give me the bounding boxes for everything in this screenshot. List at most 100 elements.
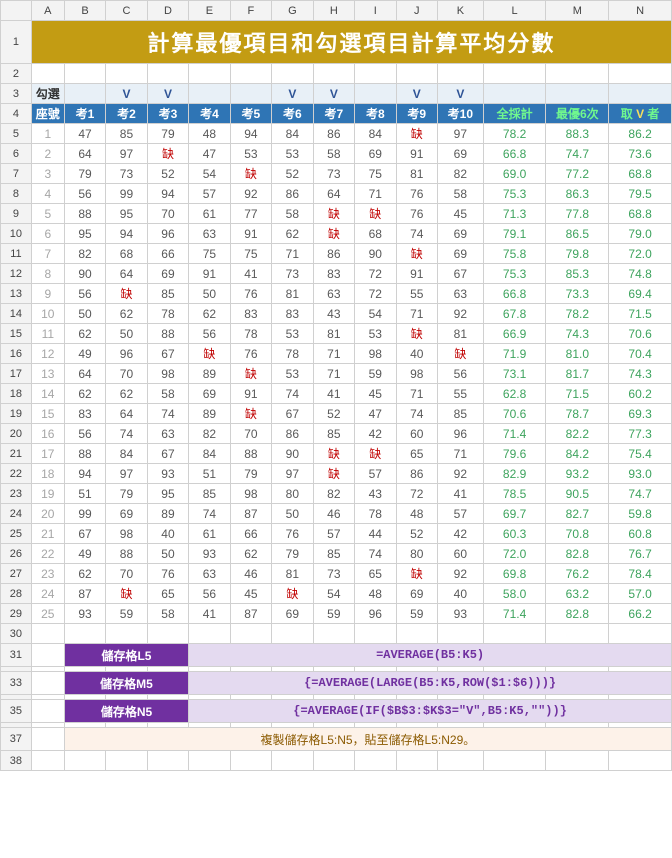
score-cell[interactable]: 52 [396, 524, 437, 544]
calc-best[interactable]: 82.8 [546, 544, 609, 564]
score-cell[interactable]: 76 [272, 524, 313, 544]
score-cell[interactable]: 82 [313, 484, 354, 504]
calc-all[interactable]: 73.1 [483, 364, 546, 384]
check-mark[interactable] [230, 84, 271, 104]
score-cell[interactable]: 88 [64, 444, 105, 464]
score-cell[interactable]: 51 [64, 484, 105, 504]
score-cell[interactable]: 48 [189, 124, 230, 144]
seat-cell[interactable]: 10 [31, 304, 64, 324]
score-cell[interactable]: 缺 [396, 244, 437, 264]
empty-cell[interactable] [396, 64, 437, 84]
empty-cell[interactable] [609, 64, 672, 84]
score-cell[interactable]: 44 [355, 524, 396, 544]
score-cell[interactable]: 72 [355, 264, 396, 284]
score-cell[interactable]: 76 [396, 204, 437, 224]
calc-all[interactable]: 71.9 [483, 344, 546, 364]
formula-text[interactable]: {=AVERAGE(IF($B$3:$K$3="V",B5:K5,""))} [189, 700, 672, 723]
score-cell[interactable]: 71 [313, 364, 354, 384]
score-cell[interactable]: 70 [147, 204, 188, 224]
score-cell[interactable]: 50 [272, 504, 313, 524]
seat-cell[interactable]: 25 [31, 604, 64, 624]
score-cell[interactable]: 缺 [106, 584, 147, 604]
calc-best[interactable]: 70.8 [546, 524, 609, 544]
score-cell[interactable]: 96 [355, 604, 396, 624]
score-cell[interactable]: 77 [230, 204, 271, 224]
calc-all[interactable]: 69.8 [483, 564, 546, 584]
calc-all[interactable]: 66.9 [483, 324, 546, 344]
score-cell[interactable]: 59 [313, 604, 354, 624]
calc-v[interactable]: 76.7 [609, 544, 672, 564]
calc-best[interactable]: 74.3 [546, 324, 609, 344]
spreadsheet[interactable]: ABCDEFGHIJKLMN1計算最優項目和勾選項目計算平均分數23勾選VVVV… [0, 0, 672, 771]
score-cell[interactable]: 69 [438, 244, 484, 264]
score-cell[interactable]: 49 [64, 344, 105, 364]
score-cell[interactable]: 41 [230, 264, 271, 284]
score-cell[interactable]: 50 [147, 544, 188, 564]
score-cell[interactable]: 98 [106, 524, 147, 544]
score-cell[interactable]: 81 [272, 284, 313, 304]
calc-v[interactable]: 59.8 [609, 504, 672, 524]
score-cell[interactable]: 78 [355, 504, 396, 524]
score-cell[interactable]: 73 [313, 164, 354, 184]
calc-best[interactable]: 93.2 [546, 464, 609, 484]
score-cell[interactable]: 62 [64, 384, 105, 404]
score-cell[interactable]: 50 [106, 324, 147, 344]
calc-all[interactable]: 69.0 [483, 164, 546, 184]
col-header[interactable]: K [438, 1, 484, 21]
score-cell[interactable]: 82 [64, 244, 105, 264]
score-cell[interactable]: 54 [355, 304, 396, 324]
col-header[interactable]: N [609, 1, 672, 21]
calc-all[interactable]: 62.8 [483, 384, 546, 404]
calc-all[interactable]: 66.8 [483, 144, 546, 164]
calc-v[interactable]: 78.4 [609, 564, 672, 584]
score-cell[interactable]: 缺 [230, 364, 271, 384]
score-cell[interactable]: 79 [272, 544, 313, 564]
check-mark[interactable] [64, 84, 105, 104]
score-cell[interactable]: 93 [189, 544, 230, 564]
seat-cell[interactable]: 7 [31, 244, 64, 264]
score-cell[interactable]: 79 [64, 164, 105, 184]
score-cell[interactable]: 52 [272, 164, 313, 184]
score-cell[interactable]: 43 [355, 484, 396, 504]
score-cell[interactable]: 82 [438, 164, 484, 184]
score-cell[interactable]: 93 [147, 464, 188, 484]
score-cell[interactable]: 81 [313, 324, 354, 344]
score-cell[interactable]: 缺 [147, 144, 188, 164]
score-cell[interactable]: 64 [64, 144, 105, 164]
calc-best[interactable]: 81.7 [546, 364, 609, 384]
score-cell[interactable]: 48 [355, 584, 396, 604]
score-cell[interactable]: 98 [147, 364, 188, 384]
calc-v[interactable]: 74.3 [609, 364, 672, 384]
seat-cell[interactable]: 13 [31, 364, 64, 384]
score-cell[interactable]: 67 [64, 524, 105, 544]
score-cell[interactable]: 90 [272, 444, 313, 464]
hdr-test[interactable]: 考8 [355, 104, 396, 124]
score-cell[interactable]: 72 [355, 284, 396, 304]
calc-v[interactable]: 73.6 [609, 144, 672, 164]
score-cell[interactable]: 缺 [396, 124, 437, 144]
score-cell[interactable]: 52 [147, 164, 188, 184]
score-cell[interactable]: 60 [396, 424, 437, 444]
calc-v[interactable]: 75.4 [609, 444, 672, 464]
score-cell[interactable]: 53 [272, 364, 313, 384]
score-cell[interactable]: 94 [64, 464, 105, 484]
score-cell[interactable]: 42 [355, 424, 396, 444]
score-cell[interactable]: 87 [64, 584, 105, 604]
score-cell[interactable]: 97 [272, 464, 313, 484]
score-cell[interactable]: 56 [189, 324, 230, 344]
score-cell[interactable]: 70 [106, 364, 147, 384]
score-cell[interactable]: 76 [396, 184, 437, 204]
score-cell[interactable]: 47 [189, 144, 230, 164]
empty-cell[interactable] [106, 64, 147, 84]
score-cell[interactable]: 96 [106, 344, 147, 364]
col-header[interactable]: M [546, 1, 609, 21]
formula-text[interactable]: {=AVERAGE(LARGE(B5:K5,ROW($1:$6)))} [189, 672, 672, 695]
score-cell[interactable]: 69 [189, 384, 230, 404]
score-cell[interactable]: 82 [189, 424, 230, 444]
score-cell[interactable]: 81 [272, 564, 313, 584]
calc-all[interactable]: 60.3 [483, 524, 546, 544]
seat-cell[interactable]: 17 [31, 444, 64, 464]
score-cell[interactable]: 58 [147, 384, 188, 404]
score-cell[interactable]: 79 [147, 124, 188, 144]
score-cell[interactable]: 71 [355, 184, 396, 204]
